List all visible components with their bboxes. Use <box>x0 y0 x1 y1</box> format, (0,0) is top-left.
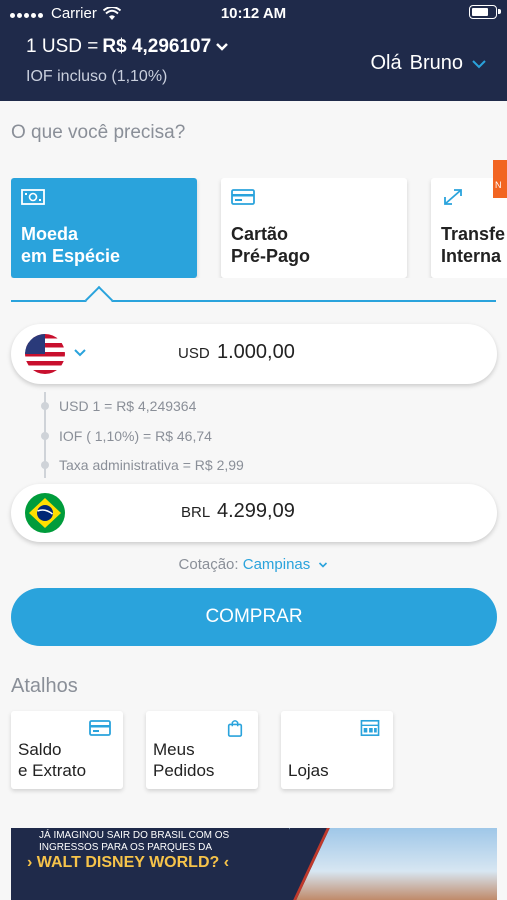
promo-banner[interactable]: JÁ IMAGINOU SAIR DO BRASIL COM OS INGRES… <box>11 828 497 900</box>
from-currency-code: USD <box>178 345 210 362</box>
product-carousel[interactable]: Moeda em Espécie Cartão Pré-Pago Transfe… <box>11 178 507 278</box>
shortcut-balance[interactable]: Saldo e Extrato <box>11 711 123 789</box>
shortcut-label: Lojas <box>288 761 329 780</box>
product-label: Moeda em Espécie <box>21 224 121 266</box>
chevron-down-icon <box>472 59 486 68</box>
shortcut-stores[interactable]: Lojas <box>281 711 393 789</box>
detail-bullet <box>41 461 49 469</box>
rate-prefix: 1 USD = <box>26 36 99 57</box>
chevron-down-icon <box>216 43 229 51</box>
product-label: Transfe Interna <box>441 224 506 266</box>
transfer-icon <box>444 189 462 205</box>
detail-bullet <box>41 432 49 440</box>
banner-headline: › WALT DISNEY WORLD? ‹ <box>27 854 230 871</box>
exchange-rate-selector[interactable]: 1 USD = R$ 4,296107 <box>26 36 229 58</box>
to-currency-field[interactable]: BRL 4.299,09 <box>11 484 497 542</box>
to-currency-code: BRL <box>181 504 211 521</box>
cash-icon <box>21 189 45 205</box>
tab-indicator-notch <box>84 285 114 315</box>
from-amount-input[interactable]: 1.000,00 <box>217 341 295 364</box>
battery-icon <box>469 5 501 19</box>
card-icon <box>231 189 255 205</box>
shortcut-label: Meus Pedidos <box>153 740 215 780</box>
detail-bullet <box>41 402 49 410</box>
store-icon <box>360 719 380 737</box>
app-screen: Carrier 10:12 AM 1 USD = R$ 4,296107 IOF… <box>0 0 507 900</box>
quote-location: Cotação: Campinas <box>0 556 507 573</box>
new-badge: N <box>493 160 507 198</box>
chevron-down-icon[interactable] <box>73 348 87 358</box>
rate-value: R$ 4,296107 <box>102 36 212 57</box>
chevron-down-icon[interactable] <box>318 561 328 569</box>
card-icon <box>89 720 111 736</box>
usa-flag-icon[interactable] <box>25 334 65 374</box>
shortcut-orders[interactable]: Meus Pedidos <box>146 711 258 789</box>
shopping-bag-icon <box>227 720 243 737</box>
section-title: O que você precisa? <box>11 122 186 143</box>
rate-note: IOF incluso (1,10%) <box>26 68 168 85</box>
detail-iof: IOF ( 1,10%) = R$ 46,74 <box>59 428 212 444</box>
shortcut-label: Saldo e Extrato <box>18 740 87 780</box>
detail-fee: Taxa administrativa = R$ 2,99 <box>59 457 244 473</box>
status-bar: Carrier 10:12 AM <box>0 0 507 26</box>
detail-rate: USD 1 = R$ 4,249364 <box>59 398 197 414</box>
from-currency-field[interactable]: USD 1.000,00 <box>11 324 497 384</box>
shortcuts-title: Atalhos <box>11 675 78 697</box>
quote-label: Cotação: <box>178 556 239 573</box>
to-amount-value[interactable]: 4.299,09 <box>217 500 295 523</box>
banner-text: JÁ IMAGINOU SAIR DO BRASIL COM OS INGRES… <box>39 830 230 853</box>
product-card-prepaid[interactable]: Cartão Pré-Pago <box>221 178 407 278</box>
header: Carrier 10:12 AM 1 USD = R$ 4,296107 IOF… <box>0 0 507 101</box>
product-card-cash[interactable]: Moeda em Espécie <box>11 178 197 278</box>
quote-city-selector[interactable]: Campinas <box>243 556 311 573</box>
tab-indicator <box>11 300 496 302</box>
user-name: Bruno <box>409 52 463 74</box>
buy-button[interactable]: COMPRAR <box>11 588 497 646</box>
greeting: Olá <box>370 52 402 74</box>
product-label: Cartão Pré-Pago <box>231 224 311 266</box>
user-menu[interactable]: Olá Bruno <box>371 52 488 75</box>
clock: 10:12 AM <box>220 5 287 22</box>
brazil-flag-icon <box>25 493 65 533</box>
conversion-details: USD 1 = R$ 4,249364 IOF ( 1,10%) = R$ 46… <box>41 392 344 478</box>
